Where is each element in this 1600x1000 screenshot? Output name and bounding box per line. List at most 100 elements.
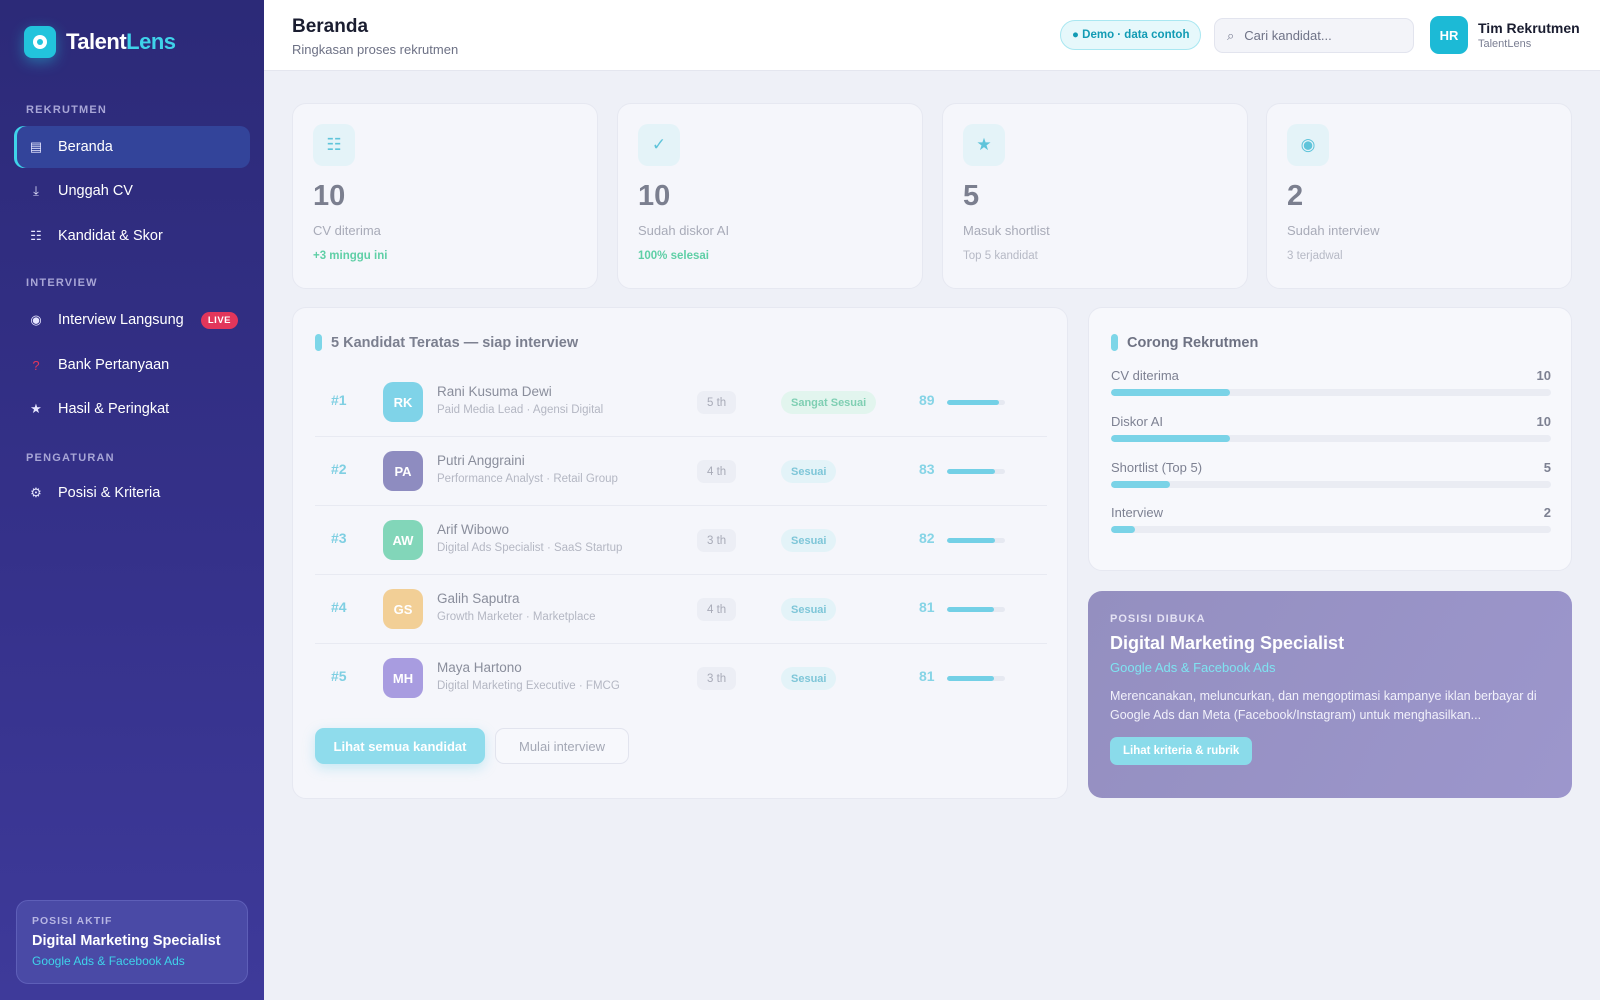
fit-badge: Sesuai: [781, 460, 837, 483]
sidebar-item-kandidat-skor[interactable]: ☷ Kandidat & Skor: [14, 215, 250, 257]
start-interview-button[interactable]: Mulai interview: [495, 728, 629, 764]
stat-value: 2: [1287, 180, 1304, 212]
search-box[interactable]: ⌕: [1214, 18, 1414, 53]
avatar: GS: [383, 589, 423, 629]
funnel-title: Corong Rekrutmen: [1111, 334, 1258, 351]
stat-value: 10: [638, 180, 671, 212]
sidebar-item-label: Beranda: [58, 139, 113, 155]
live-badge: LIVE: [200, 311, 238, 329]
score-bar-fill: [947, 469, 996, 474]
open-position-title: Digital Marketing Specialist: [1110, 633, 1345, 653]
candidate-name[interactable]: Rani Kusuma Dewi: [437, 384, 552, 399]
funnel-row: CV diterima 10: [1111, 368, 1551, 404]
title-accent: [1111, 334, 1118, 351]
open-position-subtitle: Google Ads & Facebook Ads: [1110, 660, 1276, 675]
fit-badge: Sesuai: [781, 667, 837, 690]
funnel-title-text: Corong Rekrutmen: [1127, 334, 1259, 351]
top-candidates-title: 5 Kandidat Teratas — siap interview: [315, 334, 578, 351]
gear-icon: ⚙: [30, 485, 42, 500]
funnel-bar: [1111, 435, 1551, 442]
sidebar-item-unggah-cv[interactable]: ⤓ Unggah CV: [14, 170, 250, 212]
target-icon: ◉: [1287, 124, 1329, 166]
eye-icon: [24, 26, 56, 58]
candidate-rank: #1: [331, 392, 347, 408]
sidebar-item-posisi-kriteria[interactable]: ⚙ Posisi & Kriteria: [14, 472, 250, 514]
active-position-card[interactable]: POSISI AKTIF Digital Marketing Specialis…: [16, 900, 248, 984]
candidate-role: Performance Analyst · Retail Group: [437, 473, 618, 485]
candidate-rank: #4: [331, 599, 347, 615]
table-row[interactable]: #5 MH Maya Hartono Digital Marketing Exe…: [315, 644, 1047, 713]
nav-section-rekrutmen: REKRUTMEN: [26, 104, 108, 116]
candidate-score: 81: [919, 599, 935, 615]
fit-badge: Sesuai: [781, 598, 837, 621]
funnel-row: Diskor AI 10: [1111, 414, 1551, 450]
avatar: PA: [383, 451, 423, 491]
fit-badge: Sesuai: [781, 529, 837, 552]
candidate-rank: #5: [331, 668, 347, 684]
view-all-candidates-button[interactable]: Lihat semua kandidat: [315, 728, 485, 764]
sidebar-item-label: Bank Pertanyaan: [58, 357, 170, 373]
funnel-bar-fill: [1111, 526, 1136, 533]
open-position-description: Merencanakan, meluncurkan, dan mengoptim…: [1110, 689, 1537, 722]
sidebar-item-bank-pertanyaan[interactable]: ? Bank Pertanyaan: [14, 344, 250, 386]
sidebar: TalentLens REKRUTMEN ▤ Beranda ⤓ Unggah …: [0, 0, 264, 1000]
stat-value: 10: [313, 180, 346, 212]
open-position-card: POSISI DIBUKA Digital Marketing Speciali…: [1088, 591, 1572, 798]
score-bar: [947, 469, 1005, 474]
funnel-bar-fill: [1111, 481, 1171, 488]
active-position-title: Digital Marketing Specialist: [32, 933, 221, 949]
experience-badge: 5 th: [697, 391, 737, 414]
view-criteria-button[interactable]: Lihat kriteria & rubrik: [1110, 737, 1253, 765]
candidate-role: Paid Media Lead · Agensi Digital: [437, 404, 604, 416]
open-position-kicker: POSISI DIBUKA: [1110, 613, 1206, 625]
funnel-row: Shortlist (Top 5) 5: [1111, 460, 1551, 496]
funnel-bar-fill: [1111, 435, 1230, 442]
table-row[interactable]: #2 PA Putri Anggraini Performance Analys…: [315, 437, 1047, 506]
stat-card-interview: ◉ 2 Sudah interview 3 terjadwal: [1266, 103, 1572, 289]
candidate-score: 82: [919, 530, 935, 546]
candidate-name[interactable]: Putri Anggraini: [437, 453, 525, 468]
funnel-bar: [1111, 481, 1551, 488]
table-row[interactable]: #1 RK Rani Kusuma Dewi Paid Media Lead ·…: [315, 368, 1047, 437]
score-bar: [947, 400, 1005, 405]
sidebar-item-interview-langsung[interactable]: ◉ Interview Langsung LIVE: [14, 299, 250, 341]
score-bar: [947, 607, 1005, 612]
recruitment-funnel-card: Corong Rekrutmen CV diterima 10 Diskor A…: [1088, 307, 1572, 571]
score-bar-fill: [947, 400, 999, 405]
stat-note: Top 5 kandidat: [963, 250, 1038, 262]
candidate-name[interactable]: Maya Hartono: [437, 660, 522, 675]
top-candidates-title-text: 5 Kandidat Teratas — siap interview: [331, 334, 579, 351]
table-row[interactable]: #4 GS Galih Saputra Growth Marketer · Ma…: [315, 575, 1047, 644]
funnel-label: CV diterima: [1111, 368, 1179, 383]
nav-section-interview: INTERVIEW: [26, 277, 98, 289]
sidebar-item-label: Posisi & Kriteria: [58, 485, 161, 501]
upload-icon: ⤓: [33, 183, 39, 198]
funnel-value: 2: [1543, 505, 1551, 520]
stat-card-diskor-ai: ✓ 10 Sudah diskor AI 100% selesai: [617, 103, 923, 289]
search-input[interactable]: [1244, 28, 1395, 43]
candidate-score: 81: [919, 668, 935, 684]
stat-card-cv-diterima: ☷ 10 CV diterima +3 minggu ini: [292, 103, 598, 289]
candidate-rank: #3: [331, 530, 347, 546]
user-org: TalentLens: [1478, 38, 1532, 50]
table-row[interactable]: #3 AW Arif Wibowo Digital Ads Specialist…: [315, 506, 1047, 575]
avatar[interactable]: HR: [1430, 16, 1468, 54]
sidebar-item-label: Kandidat & Skor: [58, 228, 163, 244]
sidebar-item-hasil-peringkat[interactable]: ★ Hasil & Peringkat: [14, 388, 250, 430]
funnel-bar-fill: [1111, 389, 1230, 396]
funnel-value: 10: [1536, 368, 1551, 383]
user-name[interactable]: Tim Rekrutmen: [1478, 20, 1580, 36]
top-candidates-card: 5 Kandidat Teratas — siap interview #1 R…: [292, 307, 1068, 799]
funnel-row: Interview 2: [1111, 505, 1551, 541]
candidate-name[interactable]: Galih Saputra: [437, 591, 520, 606]
record-icon: ◉: [30, 312, 42, 327]
funnel-bar: [1111, 526, 1551, 533]
candidate-name[interactable]: Arif Wibowo: [437, 522, 509, 537]
sidebar-item-beranda[interactable]: ▤ Beranda: [14, 126, 250, 168]
question-icon: ?: [32, 357, 40, 373]
candidate-rank: #2: [331, 461, 347, 477]
page-title: Beranda: [292, 16, 369, 37]
stat-label: Sudah interview: [1287, 223, 1380, 238]
brand-logo[interactable]: TalentLens: [24, 26, 176, 58]
score-bar-fill: [947, 538, 995, 543]
